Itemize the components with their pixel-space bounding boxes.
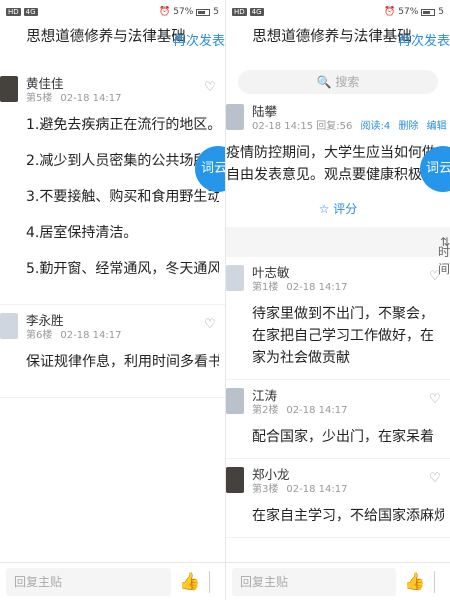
post-line: 3.不要接触、购买和食用野生动物。 xyxy=(26,189,219,205)
list-item: 叶志敏 第1楼 02-18 14:17 ♡ 待家里做到不出门，不聚会，在家把自己学… xyxy=(226,257,450,380)
search-icon: 🔍 xyxy=(316,75,332,89)
author-name: 陆攀 xyxy=(252,104,278,119)
reply-bar: 回复主贴 👍 xyxy=(0,562,225,600)
post-date: 02-18 14:17 xyxy=(286,405,348,416)
avatar[interactable] xyxy=(226,388,244,414)
author-name: 郑小龙 xyxy=(252,467,290,482)
author-name: 李永胜 xyxy=(26,313,64,328)
list-item: 江涛 第2楼 02-18 14:17 ♡ 配合国家，少出门，在家呆着 xyxy=(226,380,450,459)
post-content: 待家里做到不出门，不聚会，在家把自己学习工作做好，在家为社会做贡献 xyxy=(252,306,434,366)
page-title: 思想道德修养与法律基础 xyxy=(26,29,186,45)
like-icon[interactable]: ♡ xyxy=(201,317,219,332)
floor-number: 第5楼 xyxy=(26,93,53,104)
post-date: 02-18 14:17 xyxy=(286,282,348,293)
post-date: 02-18 14:17 xyxy=(60,330,122,341)
sort-toggle[interactable]: ⇅ 时间 xyxy=(438,235,450,276)
thumbs-up-icon[interactable]: 👍 xyxy=(179,571,201,593)
reply-input[interactable]: 回复主贴 xyxy=(6,567,171,596)
floor-number: 第3楼 xyxy=(252,484,279,495)
avatar[interactable] xyxy=(226,467,244,493)
title-bar: 思想道德修养与法律基础 再次发表 xyxy=(0,24,225,68)
alarm-icon: ⏰ xyxy=(384,7,396,17)
post-content: 配合国家，少出门，在家呆着 xyxy=(252,429,434,445)
like-icon[interactable]: ♡ xyxy=(426,392,444,407)
delete-button[interactable]: 删除 xyxy=(398,121,418,132)
avatar[interactable] xyxy=(0,76,18,102)
sort-bar: ⇅ 时间 xyxy=(226,227,450,276)
avatar[interactable] xyxy=(226,265,244,291)
sort-label: 时间 xyxy=(437,245,450,276)
status-bar: HD 4G ⏰ 57% 5 xyxy=(0,0,225,24)
read-count[interactable]: 阅读:4 xyxy=(361,121,391,132)
divider xyxy=(209,570,219,593)
like-icon[interactable]: ♡ xyxy=(201,80,219,95)
battery-text: 57% xyxy=(398,7,419,17)
like-icon[interactable]: ♡ xyxy=(426,471,444,486)
repost-button[interactable]: 再次发表 xyxy=(173,30,225,49)
avatar[interactable] xyxy=(226,104,244,130)
post-content: 1.避免去疾病正在流行的地区。 2.减少到人员密集的公共场所活动。 3.不要接触… xyxy=(26,114,219,294)
author-name: 叶志敏 xyxy=(252,265,290,280)
post-date: 02-18 14:15 xyxy=(252,121,314,132)
edit-button[interactable]: 编辑 xyxy=(427,121,447,132)
status-bar: HD 4G ⏰ 57% 5 xyxy=(226,0,450,24)
page-title: 思想道德修养与法律基础 xyxy=(252,29,412,45)
post-line: 1.避免去疾病正在流行的地区。 xyxy=(26,117,219,133)
avatar[interactable] xyxy=(0,313,18,339)
list-item: 郑小龙 第3楼 02-18 14:17 ♡ 在家自主学习，不给国家添麻烦 xyxy=(226,459,450,538)
post-line: 4.居室保持清洁。 xyxy=(26,225,138,241)
reply-input[interactable]: 回复主贴 xyxy=(232,567,396,596)
post-line: 保证规律作息，利用时间多看书，做好网络舆情监督与舆论引导，适当参加线上应急志愿服… xyxy=(26,354,219,370)
search-input[interactable]: 🔍 搜索 xyxy=(238,70,438,94)
post-date: 02-18 14:17 xyxy=(286,484,348,495)
rate-button[interactable]: ☆ 评分 xyxy=(226,200,450,217)
rate-label: 评分 xyxy=(333,202,358,216)
post-date: 02-18 14:17 xyxy=(60,93,122,104)
reply-count: 回复:56 xyxy=(316,121,353,132)
author-name: 江涛 xyxy=(252,388,278,403)
battery-icon xyxy=(196,8,211,16)
floor-number: 第2楼 xyxy=(252,405,279,416)
signal-indicators: HD 4G xyxy=(232,8,264,16)
thumbs-up-icon[interactable]: 👍 xyxy=(404,571,426,593)
battery-text: 57% xyxy=(173,7,194,17)
title-bar: 思想道德修养与法律基础 再次发表 xyxy=(226,24,450,68)
floor-number: 第6楼 xyxy=(26,330,53,341)
divider xyxy=(434,570,444,593)
repost-button[interactable]: 再次发表 xyxy=(398,30,450,49)
post-list[interactable]: 🔍 搜索 陆攀 02-18 14:15 回复:56 阅读:4 删除 编辑 疫情防… xyxy=(226,68,450,562)
floor-number: 第1楼 xyxy=(252,282,279,293)
search-placeholder: 搜索 xyxy=(335,75,360,89)
right-screen: HD 4G ⏰ 57% 5 思想道德修养与法律基础 再次发表 🔍 搜索 陆攀 02… xyxy=(225,0,450,600)
time-text: 5 xyxy=(438,7,444,17)
left-screen: HD 4G ⏰ 57% 5 思想道德修养与法律基础 再次发表 黄佳佳 第5楼 02-… xyxy=(0,0,225,600)
reply-bar: 回复主贴 👍 xyxy=(226,562,450,600)
main-post: 陆攀 02-18 14:15 回复:56 阅读:4 删除 编辑 疫情防控期间，大… xyxy=(226,104,450,217)
star-icon: ☆ xyxy=(318,202,330,216)
time-text: 5 xyxy=(213,7,219,17)
author-name: 黄佳佳 xyxy=(26,76,64,91)
list-item: 李永胜 第6楼 02-18 14:17 ♡ 保证规律作息，利用时间多看书，做好网络… xyxy=(0,305,225,398)
list-item: 黄佳佳 第5楼 02-18 14:17 ♡ 1.避免去疾病正在流行的地区。 2.减… xyxy=(0,68,225,305)
post-line: 2.减少到人员密集的公共场所活动。 xyxy=(26,153,219,169)
post-content: 在家自主学习，不给国家添麻烦 xyxy=(252,508,444,524)
main-post-content: 疫情防控期间，大学生应当如何做?自由发表意见。观点要健康积极。 xyxy=(226,145,444,183)
signal-indicators: HD 4G xyxy=(6,8,38,16)
alarm-icon: ⏰ xyxy=(159,7,171,17)
post-content: 保证规律作息，利用时间多看书，做好网络舆情监督与舆论引导，适当参加线上应急志愿服… xyxy=(26,351,219,387)
post-line: 5.勤开窗、经常通风，冬天通风需注意室内外温差大而引起感冒。 xyxy=(26,261,219,277)
battery-icon xyxy=(421,8,436,16)
post-list[interactable]: 黄佳佳 第5楼 02-18 14:17 ♡ 1.避免去疾病正在流行的地区。 2.减… xyxy=(0,68,225,562)
